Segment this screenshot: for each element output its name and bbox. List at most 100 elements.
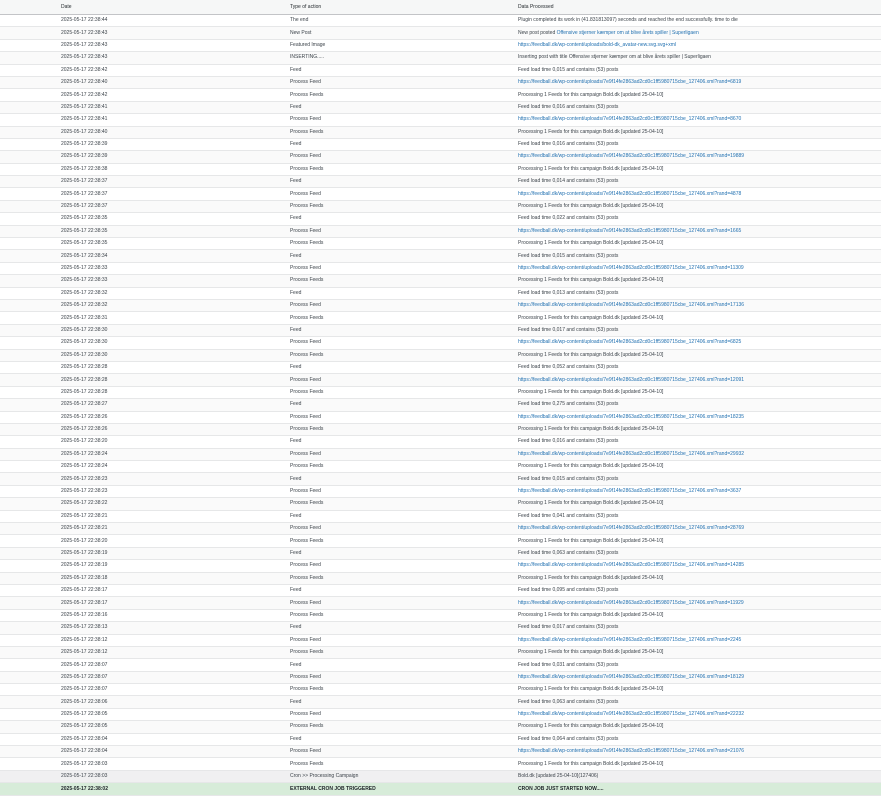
log-data-text: Feed load time 0,014 and contains (53) p…: [518, 178, 619, 185]
log-row: 2025-05-17 22:38:24 Process Feed https://f…: [0, 448, 881, 462]
log-action-type: Process Feed: [290, 745, 518, 759]
log-data-link[interactable]: https://feedball.dk/wp-content/uploads/7…: [518, 637, 741, 643]
log-row: 2025-05-17 22:38:28 Feed Feed load time 0,…: [0, 361, 881, 375]
log-data-text: Feed load time 0,052 and contains (53) p…: [518, 364, 619, 371]
log-data-link[interactable]: https://feedball.dk/wp-content/uploads/7…: [518, 116, 741, 122]
log-action-type: Process Feeds: [290, 572, 518, 585]
log-data: https://feedball.dk/wp-content/uploads/7…: [518, 596, 881, 610]
log-data-link[interactable]: https://feedball.dk/wp-content/uploads/7…: [518, 600, 744, 606]
log-data-text: CRON JOB JUST STARTED NOW.....: [518, 785, 604, 792]
log-data-text: Plugin completed its work in (41.8318130…: [518, 17, 738, 24]
log-data-link[interactable]: https://feedball.dk/wp-content/uploads/7…: [518, 748, 744, 754]
log-action-type: Process Feeds: [290, 646, 518, 660]
log-data-text: Feed load time 0,031 and contains (53) p…: [518, 661, 619, 668]
log-data-text: Processing 1 Feeds for this campaign Bol…: [518, 91, 664, 98]
log-data: Processing 1 Feeds for this campaign Bol…: [518, 88, 881, 102]
log-row: 2025-05-17 22:38:40 Process Feed https://f…: [0, 76, 881, 90]
column-header-type[interactable]: Type of action: [290, 0, 518, 15]
log-date: 2025-05-17 22:38:26: [0, 423, 290, 437]
log-action-type: Process Feed: [290, 485, 518, 499]
log-data-link[interactable]: https://feedball.dk/wp-content/uploads/7…: [518, 377, 744, 383]
log-row: 2025-05-17 22:38:23 Process Feed https://f…: [0, 485, 881, 499]
log-action-type: Feed: [290, 287, 518, 301]
log-data-link[interactable]: https://feedball.dk/wp-content/uploads/7…: [518, 228, 741, 234]
log-data-text: Feed load time 0,015 and contains (53) p…: [518, 475, 619, 482]
log-action-type: Process Feed: [290, 262, 518, 276]
log-row: 2025-05-17 22:38:41 Process Feed https://f…: [0, 113, 881, 127]
log-data-link[interactable]: https://feedball.dk/wp-content/uploads/7…: [518, 191, 741, 197]
log-action-type: Feed: [290, 249, 518, 263]
column-header-date[interactable]: Date: [0, 0, 290, 15]
log-data: Processing 1 Feeds for this campaign Bol…: [518, 460, 881, 474]
log-data: Feed load time 0,015 and contains (53) p…: [518, 64, 881, 77]
log-data-link[interactable]: https://feedball.dk/wp-content/uploads/7…: [518, 488, 741, 494]
log-action-type: INSERTING.....: [290, 51, 518, 65]
log-data: Processing 1 Feeds for this campaign Bol…: [518, 646, 881, 660]
log-date: 2025-05-17 22:38:30: [0, 349, 290, 362]
log-row: 2025-05-17 22:38:20 Feed Feed load time 0,…: [0, 435, 881, 449]
log-row: 2025-05-17 22:38:37 Process Feed https://f…: [0, 187, 881, 201]
log-action-type: Feed: [290, 175, 518, 189]
log-action-type: Feed: [290, 361, 518, 375]
log-action-type: Process Feeds: [290, 460, 518, 474]
log-data-text: Processing 1 Feeds for this campaign Bol…: [518, 574, 664, 581]
log-date: 2025-05-17 22:38:18: [0, 572, 290, 585]
log-data: https://feedball.dk/wp-content/uploads/7…: [518, 485, 881, 499]
log-data: https://feedball.dk/wp-content/uploads/7…: [518, 559, 881, 573]
log-header-row: Date Type of action Data Processed: [0, 0, 881, 15]
log-date: 2025-05-17 22:38:30: [0, 324, 290, 338]
log-data: Feed load time 0,016 and contains (53) p…: [518, 435, 881, 449]
log-data: https://feedball.dk/wp-content/uploads/7…: [518, 299, 881, 313]
log-data-link[interactable]: https://feedball.dk/wp-content/uploads/7…: [518, 339, 741, 345]
log-action-type: Feed: [290, 398, 518, 412]
log-row: 2025-05-17 22:38:07 Process Feed https://f…: [0, 671, 881, 685]
log-data-link[interactable]: https://feedball.dk/wp-content/uploads/7…: [518, 414, 744, 420]
log-data: Processing 1 Feeds for this campaign Bol…: [518, 683, 881, 697]
log-action-type: Process Feeds: [290, 311, 518, 325]
log-action-type: New Post: [290, 26, 518, 40]
log-data-link[interactable]: https://feedball.dk/wp-content/uploads/7…: [518, 451, 744, 457]
log-data-link[interactable]: https://feedball.dk/wp-content/uploads/7…: [518, 562, 744, 568]
log-row: 2025-05-17 22:38:39 Process Feed https://f…: [0, 150, 881, 164]
log-data: Processing 1 Feeds for this campaign Bol…: [518, 757, 881, 771]
log-data-text: Processing 1 Feeds for this campaign Bol…: [518, 314, 664, 321]
log-row: 2025-05-17 22:38:39 Feed Feed load time 0,…: [0, 138, 881, 152]
log-data: https://feedball.dk/wp-content/uploads/7…: [518, 448, 881, 462]
log-row: 2025-05-17 22:38:35 Feed Feed load time 0,…: [0, 212, 881, 226]
log-data-text: Processing 1 Feeds for this campaign Bol…: [518, 203, 664, 210]
log-data-text: Processing 1 Feeds for this campaign Bol…: [518, 463, 664, 470]
log-data-link[interactable]: https://feedball.dk/wp-content/uploads/7…: [518, 265, 744, 271]
column-header-data[interactable]: Data Processed: [518, 0, 881, 15]
log-data-link[interactable]: https://feedball.dk/wp-content/uploads/7…: [518, 302, 744, 308]
log-data-text: Feed load time 0,015 and contains (53) p…: [518, 252, 619, 259]
log-data-text: Feed load time 0,017 and contains (53) p…: [518, 624, 619, 631]
log-data-link[interactable]: https://feedball.dk/wp-content/uploads/b…: [518, 42, 676, 48]
log-data-link[interactable]: https://feedball.dk/wp-content/uploads/7…: [518, 674, 744, 680]
log-row: 2025-05-17 22:38:41 Feed Feed load time 0,…: [0, 101, 881, 115]
log-data-link[interactable]: https://feedball.dk/wp-content/uploads/7…: [518, 525, 744, 531]
log-row: 2025-05-17 22:38:32 Feed Feed load time 0,…: [0, 287, 881, 301]
log-data-text: Feed load time 0,064 and contains (53) p…: [518, 735, 619, 742]
log-data-link[interactable]: Offensive stjerner kæmper om at blive år…: [557, 30, 699, 36]
log-row: 2025-05-17 22:38:07 Feed Feed load time 0,…: [0, 658, 881, 672]
log-row: 2025-05-17 22:38:22 Process Feeds Processi…: [0, 497, 881, 511]
log-data: Feed load time 0,015 and contains (53) p…: [518, 249, 881, 263]
log-row: 2025-05-17 22:38:38 Process Feeds Processi…: [0, 163, 881, 177]
log-action-type: Process Feed: [290, 299, 518, 313]
log-action-type: Process Feeds: [290, 200, 518, 214]
log-data-text: Feed load time 0,015 and contains (53) p…: [518, 66, 619, 73]
log-row: 2025-05-17 22:38:05 Process Feeds Processi…: [0, 720, 881, 734]
log-data-text: Processing 1 Feeds for this campaign Bol…: [518, 500, 664, 507]
log-action-type: Feed: [290, 547, 518, 561]
log-data: https://feedball.dk/wp-content/uploads/7…: [518, 336, 881, 350]
log-data-link[interactable]: https://feedball.dk/wp-content/uploads/7…: [518, 79, 741, 85]
log-date: 2025-05-17 22:38:04: [0, 745, 290, 759]
log-data: Processing 1 Feeds for this campaign Bol…: [518, 609, 881, 623]
log-data-link[interactable]: https://feedball.dk/wp-content/uploads/7…: [518, 153, 744, 159]
log-date: 2025-05-17 22:38:30: [0, 336, 290, 350]
log-date: 2025-05-17 22:38:17: [0, 596, 290, 610]
log-data: Feed load time 0,015 and contains (53) p…: [518, 472, 881, 486]
log-data-text: Processing 1 Feeds for this campaign Bol…: [518, 277, 664, 284]
log-data-link[interactable]: https://feedball.dk/wp-content/uploads/7…: [518, 711, 744, 717]
log-row: 2025-05-17 22:38:34 Feed Feed load time 0,…: [0, 249, 881, 263]
